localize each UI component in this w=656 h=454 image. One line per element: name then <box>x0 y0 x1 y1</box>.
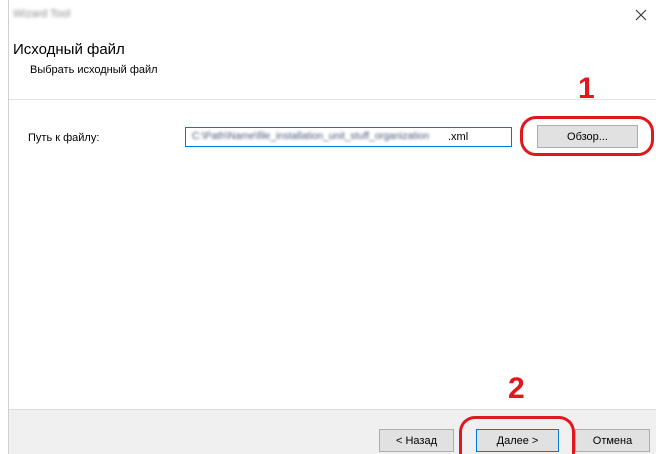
close-button[interactable] <box>629 4 653 26</box>
file-path-value-blurred: C:\Path\Name\file_installation_unit_stuf… <box>192 131 430 142</box>
callout-highlight-browse <box>520 116 654 156</box>
back-button[interactable]: < Назад <box>379 429 454 452</box>
file-path-extension: .xml <box>448 131 469 143</box>
screenshot-stage: Wizard Tool Исходный файл Выбрать исходн… <box>0 0 656 454</box>
wizard-window: Wizard Tool Исходный файл Выбрать исходн… <box>8 0 656 454</box>
page-subtitle: Выбрать исходный файл <box>30 64 158 76</box>
title-bar: Wizard Tool <box>9 0 656 31</box>
file-path-label: Путь к файлу: <box>28 132 100 144</box>
wizard-header: Исходный файл Выбрать исходный файл <box>9 31 656 100</box>
cancel-button[interactable]: Отмена <box>575 429 650 452</box>
file-path-input[interactable]: C:\Path\Name\file_installation_unit_stuf… <box>185 127 512 147</box>
page-title: Исходный файл <box>13 41 125 58</box>
window-title: Wizard Tool <box>13 8 71 20</box>
step-number-1: 1 <box>578 72 595 105</box>
callout-highlight-next <box>459 416 575 454</box>
step-number-2: 2 <box>508 372 525 405</box>
close-icon <box>635 9 647 21</box>
